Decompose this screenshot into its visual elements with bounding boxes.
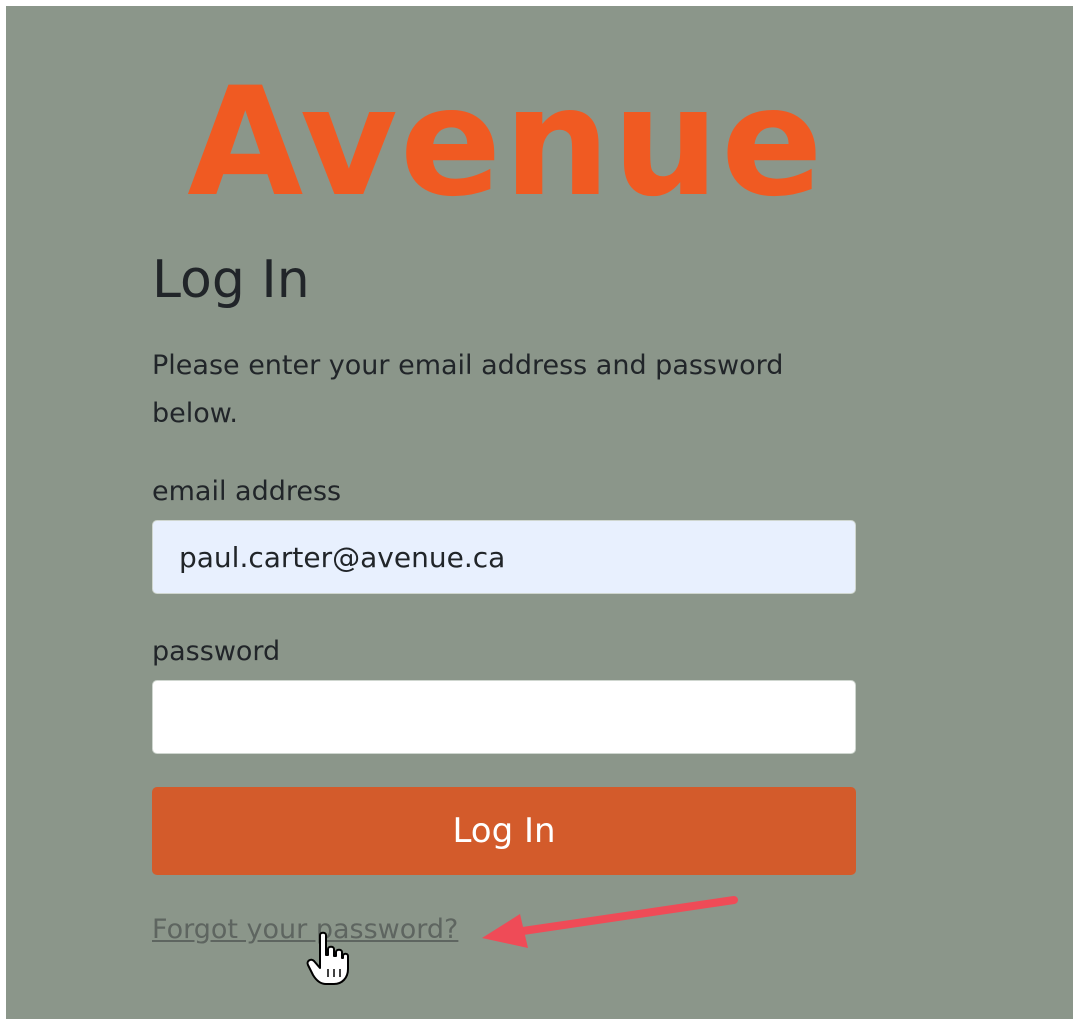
- avenue-logo: Avenue: [187, 56, 825, 216]
- hand-pointer-icon: [306, 931, 349, 985]
- red-arrow-icon: [482, 896, 738, 948]
- email-label: email address: [152, 476, 342, 507]
- page-title: Log In: [152, 250, 310, 310]
- login-button[interactable]: Log In: [152, 787, 856, 875]
- logo-text: Avenue: [187, 56, 825, 216]
- password-field[interactable]: [152, 680, 856, 754]
- password-label: password: [152, 636, 281, 667]
- login-panel: Avenue Log In Please enter your email ad…: [6, 6, 1073, 1019]
- email-field[interactable]: [152, 520, 856, 594]
- login-instructions: Please enter your email address and pass…: [152, 350, 784, 429]
